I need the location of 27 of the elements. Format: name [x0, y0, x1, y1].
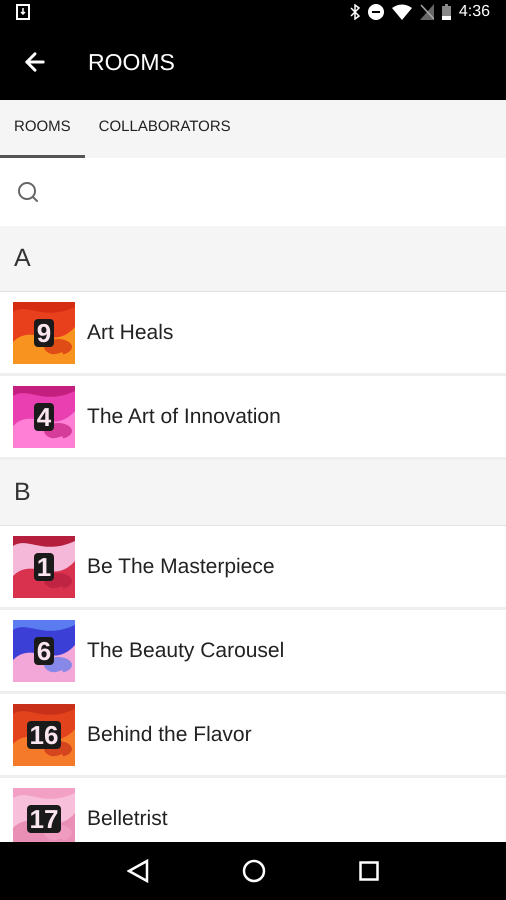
tab[interactable]: COLLABORATORS [84, 100, 245, 158]
room-name: The Art of Innovation [87, 404, 281, 430]
room-number: 6 [34, 636, 54, 664]
room-name: Behind the Flavor [87, 722, 252, 748]
battery-icon [442, 4, 451, 20]
room-name: The Beauty Carousel [87, 638, 284, 664]
home-nav-icon[interactable] [242, 859, 266, 883]
search-icon [16, 180, 40, 204]
room-number: 1 [34, 552, 54, 580]
room-name: Art Heals [87, 320, 174, 346]
room-number: 16 [26, 720, 62, 748]
do-not-disturb-icon [368, 4, 384, 20]
section-letter: B [14, 476, 31, 508]
download-icon [16, 4, 30, 20]
section-letter: A [14, 242, 31, 274]
room-number: 9 [34, 318, 54, 346]
room-name: Belletrist [87, 806, 168, 832]
app-bar-title: ROOMS [88, 48, 175, 77]
room-number: 17 [26, 804, 62, 832]
recents-nav-icon[interactable] [359, 861, 380, 881]
room-name: Be The Masterpiece [87, 554, 275, 580]
status-time: 4:36 [458, 2, 490, 22]
bluetooth-icon [350, 4, 360, 20]
wifi-icon [392, 4, 412, 20]
room-number: 4 [34, 402, 54, 430]
no-signal-icon [420, 4, 434, 20]
back-nav-icon[interactable] [126, 859, 149, 883]
